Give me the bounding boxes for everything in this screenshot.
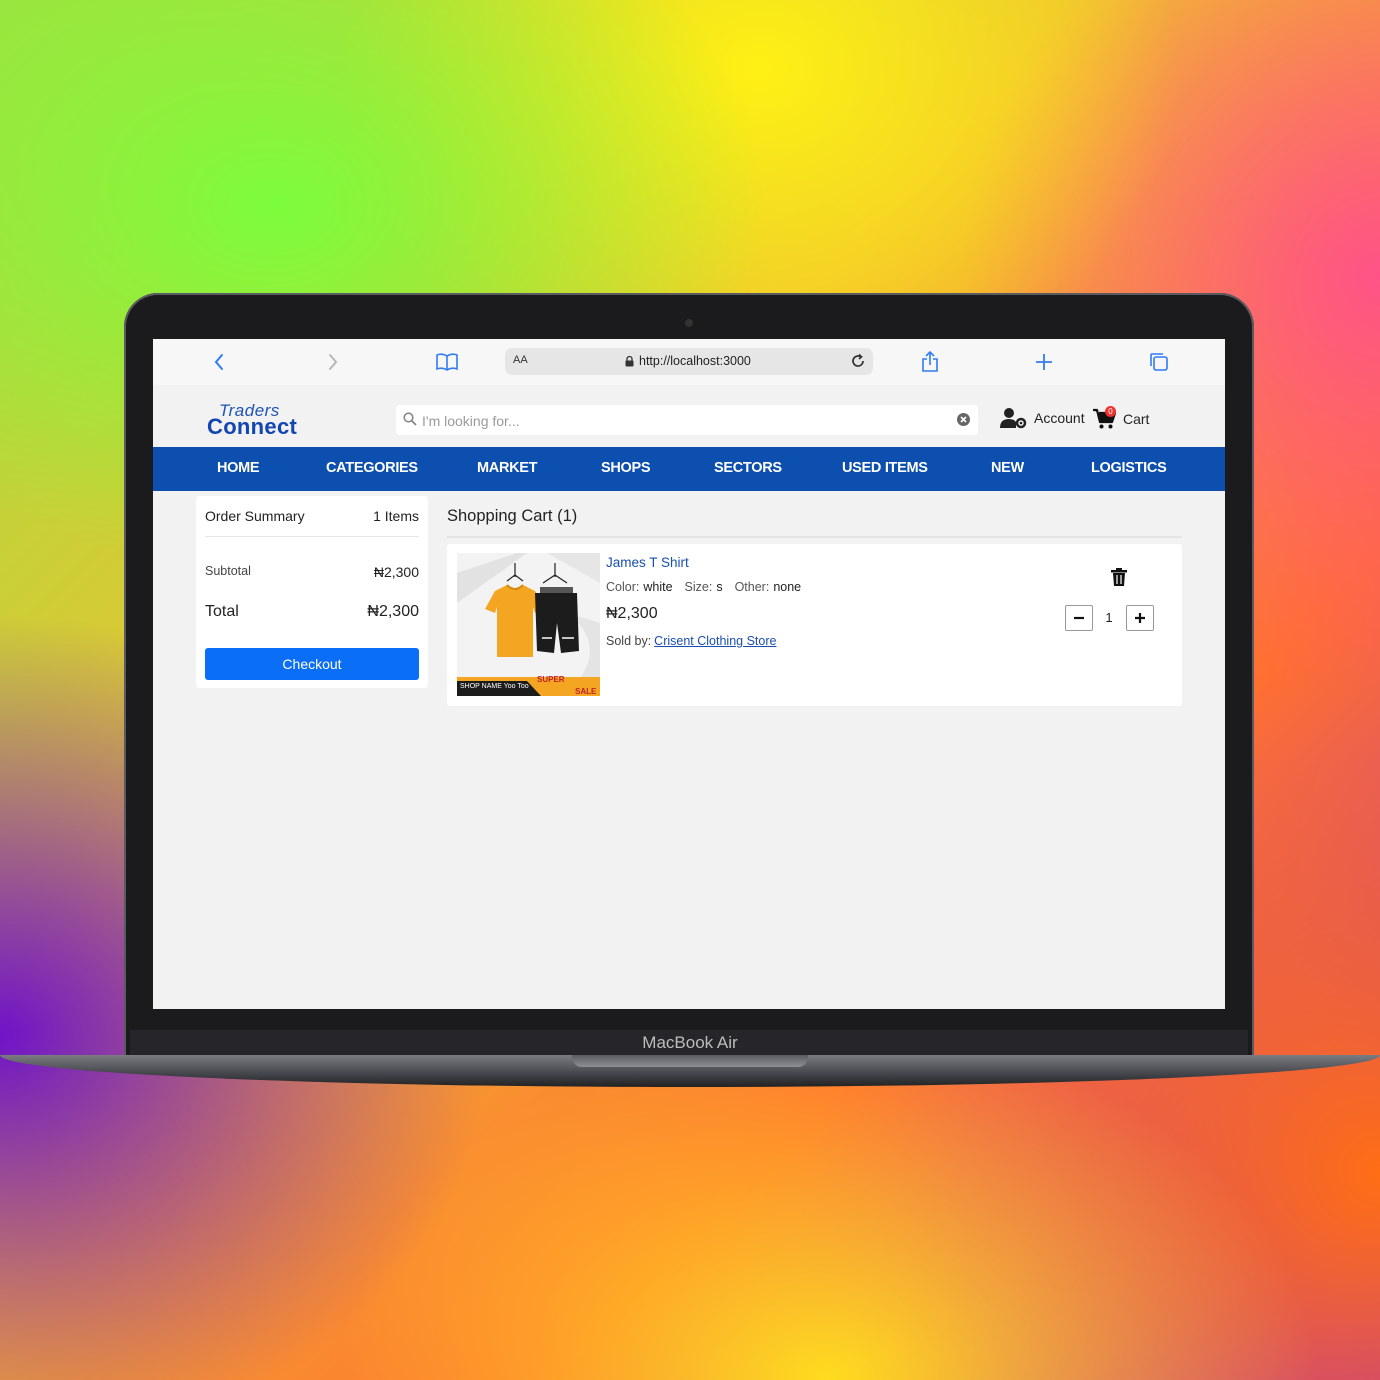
divider bbox=[447, 536, 1182, 538]
address-bar[interactable]: AA http://localhost:3000 bbox=[505, 348, 873, 375]
reload-icon[interactable] bbox=[849, 352, 867, 373]
color-label: Color: bbox=[606, 580, 640, 594]
checkout-button[interactable]: Checkout bbox=[205, 648, 419, 680]
total-value: ₦2,300 bbox=[367, 603, 419, 620]
nav-new[interactable]: NEW bbox=[991, 460, 1024, 476]
product-image-badge-sale: SALE bbox=[575, 687, 597, 696]
url-text: http://localhost:3000 bbox=[639, 354, 751, 368]
cart-label: Cart bbox=[1123, 411, 1150, 427]
bookmarks-icon[interactable] bbox=[436, 351, 458, 373]
site-header: Traders Connect Account 0 Cart bbox=[153, 385, 1225, 447]
trash-icon[interactable] bbox=[1111, 568, 1127, 591]
order-items-count: 1 Items bbox=[373, 508, 419, 524]
size-value: s bbox=[716, 580, 723, 594]
clear-search-icon[interactable] bbox=[956, 412, 971, 432]
screen: AA http://localhost:3000 Traders Connect bbox=[153, 339, 1225, 1009]
order-summary: Order Summary 1 Items Subtotal ₦2,300 To… bbox=[196, 496, 428, 688]
product-illustration bbox=[457, 553, 600, 696]
shopping-cart-title: Shopping Cart (1) bbox=[447, 507, 578, 525]
nav-logistics[interactable]: LOGISTICS bbox=[1091, 460, 1167, 476]
lock-icon bbox=[625, 355, 634, 366]
nav-categories[interactable]: CATEGORIES bbox=[326, 460, 418, 476]
size-label: Size: bbox=[684, 580, 713, 594]
back-icon[interactable] bbox=[208, 351, 230, 373]
nav-sectors[interactable]: SECTORS bbox=[714, 460, 782, 476]
search-input[interactable] bbox=[420, 410, 944, 432]
item-attributes: Color: white Size: s Other: none bbox=[606, 580, 801, 594]
item-price: ₦2,300 bbox=[606, 605, 658, 622]
cart-icon: 0 bbox=[1093, 406, 1117, 430]
order-summary-title: Order Summary bbox=[205, 508, 305, 524]
nav-market[interactable]: MARKET bbox=[477, 460, 538, 476]
url-display: http://localhost:3000 bbox=[625, 354, 751, 368]
cart-link[interactable]: 0 Cart bbox=[1093, 406, 1150, 430]
other-label: Other: bbox=[734, 580, 770, 594]
divider bbox=[205, 536, 419, 537]
plus-icon bbox=[1135, 613, 1145, 623]
other-value: none bbox=[773, 580, 802, 594]
search-icon bbox=[403, 412, 417, 431]
device-label: MacBook Air bbox=[642, 1033, 738, 1052]
increase-quantity-button[interactable] bbox=[1126, 605, 1154, 631]
seller-link[interactable]: Crisent Clothing Store bbox=[654, 634, 776, 648]
total-label: Total bbox=[205, 603, 239, 620]
user-settings-icon bbox=[1000, 408, 1027, 429]
forward-icon[interactable] bbox=[322, 351, 344, 373]
quantity-value: 1 bbox=[1105, 610, 1113, 625]
main-nav: HOME CATEGORIES MARKET SHOPS SECTORS USE… bbox=[153, 447, 1225, 491]
product-image-caption: SHOP NAME Yoo Too bbox=[460, 683, 529, 690]
product-image-badge-super: SUPER bbox=[537, 675, 565, 684]
subtotal-value: ₦2,300 bbox=[373, 564, 419, 580]
item-name-link[interactable]: James T Shirt bbox=[606, 555, 689, 570]
subtotal-row: Subtotal ₦2,300 bbox=[205, 564, 419, 580]
camera-icon bbox=[685, 319, 693, 327]
nav-shops[interactable]: SHOPS bbox=[601, 460, 651, 476]
sold-by-label: Sold by: bbox=[606, 634, 652, 648]
order-summary-header: Order Summary 1 Items bbox=[205, 508, 419, 524]
account-label: Account bbox=[1034, 410, 1085, 426]
reader-mode-button[interactable]: AA bbox=[513, 354, 528, 366]
new-tab-icon[interactable] bbox=[1033, 351, 1055, 373]
tabs-icon[interactable] bbox=[1148, 351, 1170, 373]
site-logo[interactable]: Traders Connect bbox=[207, 401, 299, 439]
search-bar bbox=[396, 405, 978, 435]
nav-home[interactable]: HOME bbox=[217, 460, 260, 476]
laptop-notch bbox=[572, 1055, 808, 1067]
item-seller: Sold by: Crisent Clothing Store bbox=[606, 634, 776, 648]
share-icon[interactable] bbox=[919, 351, 941, 373]
cart-badge: 0 bbox=[1105, 406, 1116, 417]
account-link[interactable]: Account bbox=[1000, 407, 1085, 429]
browser-toolbar: AA http://localhost:3000 bbox=[153, 339, 1225, 386]
minus-icon bbox=[1074, 616, 1084, 620]
total-row: Total ₦2,300 bbox=[205, 603, 419, 621]
subtotal-label: Subtotal bbox=[205, 564, 251, 578]
logo-bottom-text: Connect bbox=[207, 414, 298, 439]
color-value: white bbox=[643, 580, 673, 594]
product-image[interactable]: SHOP NAME Yoo Too SUPER SALE bbox=[457, 553, 600, 696]
cart-item: SHOP NAME Yoo Too SUPER SALE James T Shi… bbox=[447, 544, 1182, 706]
nav-used-items[interactable]: USED ITEMS bbox=[842, 460, 928, 476]
decrease-quantity-button[interactable] bbox=[1065, 605, 1093, 631]
